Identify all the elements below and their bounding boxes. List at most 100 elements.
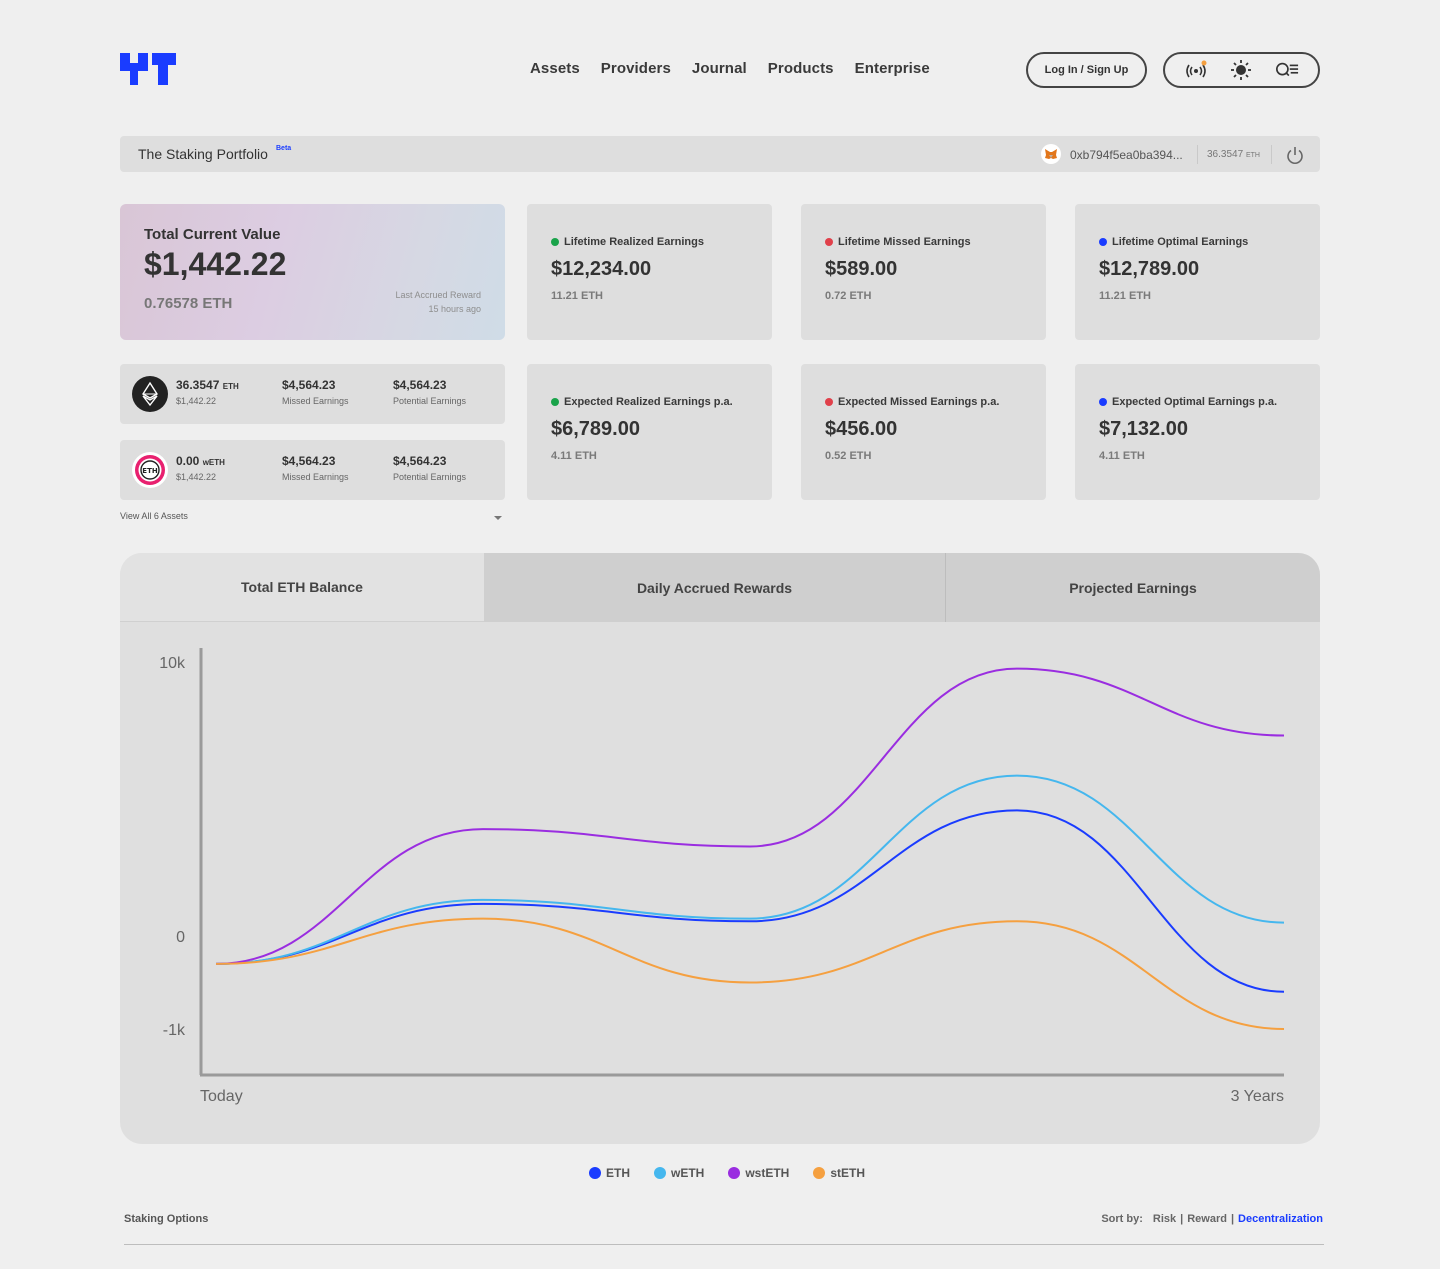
total-value-eth: 0.76578 ETH (144, 295, 233, 312)
nav-assets[interactable]: Assets (530, 60, 580, 77)
legend-label: stETH (830, 1166, 866, 1180)
earnings-eth: 11.21 ETH (1099, 290, 1151, 302)
tab-projected-earnings[interactable]: Projected Earnings (946, 553, 1320, 622)
sort-controls: Sort by: Risk | Reward | Decentralizatio… (1101, 1213, 1323, 1225)
earnings-value: $12,234.00 (551, 258, 652, 280)
earnings-card: Lifetime Missed Earnings $589.00 0.72 ET… (801, 204, 1046, 340)
legend-item-steth[interactable]: stETH (813, 1166, 865, 1180)
legend-item-wsteth[interactable]: wstETH (728, 1166, 789, 1180)
earnings-card: Expected Optimal Earnings p.a. $7,132.00… (1075, 364, 1320, 500)
last-accrued-reward: Last Accrued Reward 15 hours ago (395, 290, 481, 314)
divider: | (1180, 1213, 1184, 1225)
svg-text:ETH: ETH (142, 467, 158, 475)
sun-icon[interactable] (1229, 58, 1253, 82)
wallet-address[interactable]: 0xb794f5ea0ba394... (1070, 148, 1183, 162)
legend-dot (728, 1167, 741, 1179)
sort-risk[interactable]: Risk (1153, 1213, 1176, 1225)
divider (1271, 145, 1272, 164)
portfolio-title: The Staking Portfolio (138, 146, 268, 162)
status-dot (1099, 398, 1107, 406)
legend-dot (654, 1167, 666, 1179)
total-value-label: Total Current Value (144, 226, 281, 243)
asset-missed-label: Missed Earnings (282, 396, 349, 406)
asset-potential: $4,564.23 (393, 454, 447, 468)
earnings-value: $6,789.00 (551, 418, 640, 440)
chart-panel: Total ETH Balance Daily Accrued Rewards … (120, 553, 1320, 1144)
series-line-steth (215, 917, 1285, 1030)
y-tick-label: -1k (163, 1022, 186, 1039)
earnings-card: Expected Missed Earnings p.a. $456.00 0.… (801, 364, 1046, 500)
legend-item-eth[interactable]: ETH (589, 1166, 630, 1180)
asset-potential-label: Potential Earnings (393, 396, 467, 406)
toolbar (1163, 52, 1320, 88)
legend-dot (589, 1167, 601, 1179)
broadcast-icon[interactable] (1184, 58, 1208, 82)
earnings-card: Lifetime Optimal Earnings $12,789.00 11.… (1075, 204, 1320, 340)
earnings-value: $456.00 (825, 418, 898, 440)
earnings-label: Expected Realized Earnings p.a. (564, 396, 733, 408)
x-tick-label: 3 Years (1231, 1088, 1284, 1105)
nav-products[interactable]: Products (768, 60, 834, 77)
earnings-label: Lifetime Optimal Earnings (1112, 236, 1249, 248)
tab-daily-accrued-rewards[interactable]: Daily Accrued Rewards (484, 553, 946, 622)
nav-providers[interactable]: Providers (601, 60, 671, 77)
search-menu-icon[interactable] (1275, 58, 1299, 82)
earnings-label: Expected Missed Earnings p.a. (838, 396, 1000, 408)
wallet-balance: 36.3547 ETH (1207, 149, 1260, 160)
chevron-down-icon[interactable] (494, 516, 502, 520)
asset-potential-label: Potential Earnings (393, 472, 467, 482)
status-dot (825, 398, 833, 406)
earnings-value: $12,789.00 (1099, 258, 1200, 280)
sort-reward[interactable]: Reward (1187, 1213, 1227, 1225)
status-dot (551, 238, 559, 246)
eth-balance-chart: 10k 0 -1k Today 3 Years (159, 648, 1285, 1105)
y-tick-label: 10k (159, 655, 186, 672)
divider (124, 1244, 1324, 1245)
tab-total-eth-balance[interactable]: Total ETH Balance (120, 553, 484, 622)
asset-row[interactable]: 36.3547 ETH $1,442.22 $4,564.23 Missed E… (120, 364, 505, 424)
chart-tabs: Total ETH Balance Daily Accrued Rewards … (120, 553, 1320, 622)
sort-label: Sort by: (1101, 1213, 1143, 1225)
staking-options-heading: Staking Options (124, 1213, 209, 1225)
view-all-assets-link[interactable]: View All 6 Assets (120, 511, 188, 521)
earnings-label: Lifetime Realized Earnings (564, 236, 704, 248)
legend-label: wstETH (745, 1166, 790, 1180)
earnings-eth: 0.52 ETH (825, 450, 872, 462)
beta-badge: Beta (276, 145, 292, 152)
legend-dot (813, 1167, 826, 1179)
legend-item-weth[interactable]: wETH (654, 1166, 704, 1180)
divider (1197, 145, 1198, 164)
sort-decentralization[interactable]: Decentralization (1238, 1213, 1323, 1225)
x-tick-label: Today (200, 1088, 243, 1105)
status-dot (1099, 238, 1107, 246)
earnings-card: Expected Realized Earnings p.a. $6,789.0… (527, 364, 772, 500)
asset-usd: $1,442.22 (176, 396, 217, 406)
legend-label: ETH (606, 1166, 630, 1180)
earnings-value: $7,132.00 (1099, 418, 1188, 440)
asset-amount: 36.3547 ETH (176, 378, 239, 392)
earnings-eth: 11.21 ETH (551, 290, 603, 302)
power-icon[interactable] (1285, 145, 1305, 165)
main-nav: Assets Providers Journal Products Enterp… (530, 60, 951, 77)
earnings-label: Lifetime Missed Earnings (838, 236, 971, 248)
asset-potential: $4,564.23 (393, 378, 447, 392)
asset-row[interactable]: ETH 0.00 wETH $1,442.22 $4,564.23 Missed… (120, 440, 505, 500)
chart-legend: ETH wETH wstETH stETH (589, 1166, 889, 1180)
legend-label: wETH (671, 1166, 705, 1180)
nav-journal[interactable]: Journal (692, 60, 747, 77)
portfolio-bar: The Staking Portfolio Beta 0xb794f5ea0ba… (120, 136, 1320, 172)
series-line-eth (215, 809, 1285, 993)
earnings-value: $589.00 (825, 258, 898, 280)
total-value-amount: $1,442.22 (144, 246, 287, 282)
y-tick-label: 0 (176, 929, 185, 946)
nav-enterprise[interactable]: Enterprise (855, 60, 930, 77)
login-signup-button[interactable]: Log In / Sign Up (1026, 52, 1147, 88)
earnings-card: Lifetime Realized Earnings $12,234.00 11… (527, 204, 772, 340)
metamask-fox-icon (1041, 144, 1061, 164)
brand-logo[interactable] (120, 53, 176, 85)
earnings-label: Expected Optimal Earnings p.a. (1112, 396, 1278, 408)
eth-icon (132, 376, 168, 412)
status-dot (551, 398, 559, 406)
asset-missed: $4,564.23 (282, 378, 336, 392)
status-dot (825, 238, 833, 246)
